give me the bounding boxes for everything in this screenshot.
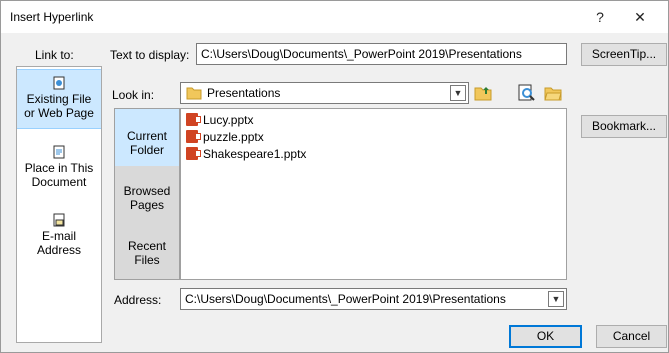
text-to-display-field[interactable]: C:\Users\Doug\Documents\_PowerPoint 2019… [196, 43, 567, 65]
look-in-label: Look in: [112, 88, 155, 102]
link-to-item-line2: or Web Page [24, 106, 94, 120]
nav-item-line1: Recent [127, 239, 167, 253]
nav-current-folder[interactable]: Current Folder [115, 109, 179, 166]
nav-browsed-pages[interactable]: Browsed Pages [115, 184, 179, 224]
browse-nav-panel: Current Folder Browsed Pages Recent File… [114, 108, 180, 280]
pptx-file-icon [186, 147, 201, 160]
chevron-down-icon[interactable]: ▼ [548, 291, 564, 307]
text-to-display-label: Text to display: [110, 48, 190, 62]
address-value: C:\Users\Doug\Documents\_PowerPoint 2019… [185, 292, 506, 306]
file-name: Shakespeare1.pptx [203, 147, 307, 161]
web-page-icon [53, 76, 65, 90]
pptx-file-icon [186, 130, 201, 143]
list-item[interactable]: Shakespeare1.pptx [186, 146, 306, 162]
look-in-value: Presentations [207, 86, 281, 100]
close-button[interactable]: ✕ [627, 7, 653, 27]
link-to-existing-file[interactable]: Existing File or Web Page [17, 69, 101, 129]
nav-item-line2: Folder [129, 143, 164, 157]
screentip-button[interactable]: ScreenTip... [581, 43, 667, 66]
look-in-dropdown[interactable]: Presentations ▼ [180, 82, 469, 104]
link-to-item-line2: Address [36, 243, 82, 257]
title-bar: Insert Hyperlink ? ✕ [1, 1, 668, 33]
up-folder-icon[interactable] [473, 83, 493, 103]
list-item[interactable]: Lucy.pptx [186, 112, 253, 128]
link-to-item-line1: E-mail [41, 229, 76, 243]
dialog-title: Insert Hyperlink [10, 10, 94, 24]
browse-web-icon[interactable] [517, 83, 537, 103]
email-icon [53, 213, 65, 227]
nav-item-line2: Files [134, 253, 160, 267]
address-field[interactable]: C:\Users\Doug\Documents\_PowerPoint 2019… [180, 288, 567, 310]
nav-item-line1: Current [126, 129, 167, 143]
nav-recent-files[interactable]: Recent Files [115, 239, 179, 279]
insert-hyperlink-dialog: Insert Hyperlink ? ✕ Link to: Existing F… [0, 0, 669, 353]
nav-item-line2: Pages [129, 198, 165, 212]
link-to-item-line2: Document [31, 175, 87, 189]
document-icon [53, 145, 65, 159]
file-name: puzzle.pptx [203, 130, 264, 144]
link-to-panel: Existing File or Web Page Place in This … [16, 66, 102, 343]
file-name: Lucy.pptx [203, 113, 254, 127]
bookmark-button[interactable]: Bookmark... [581, 115, 667, 138]
link-to-email-address[interactable]: E-mail Address [17, 213, 101, 261]
link-to-place-in-document[interactable]: Place in This Document [17, 145, 101, 193]
link-to-item-line1: Existing File [26, 92, 92, 106]
link-to-item-line1: Place in This [24, 161, 94, 175]
list-item[interactable]: puzzle.pptx [186, 129, 264, 145]
browse-file-icon[interactable] [543, 83, 563, 103]
file-list: Lucy.pptx puzzle.pptx Shakespeare1.pptx [180, 108, 567, 280]
pptx-file-icon [186, 113, 201, 126]
address-label: Address: [114, 293, 162, 307]
nav-item-line1: Browsed [123, 184, 171, 198]
link-to-label: Link to: [35, 48, 74, 62]
folder-icon [186, 87, 202, 100]
help-button[interactable]: ? [587, 7, 613, 27]
chevron-down-icon[interactable]: ▼ [450, 85, 466, 101]
cancel-button[interactable]: Cancel [596, 325, 667, 348]
ok-button[interactable]: OK [509, 325, 582, 348]
